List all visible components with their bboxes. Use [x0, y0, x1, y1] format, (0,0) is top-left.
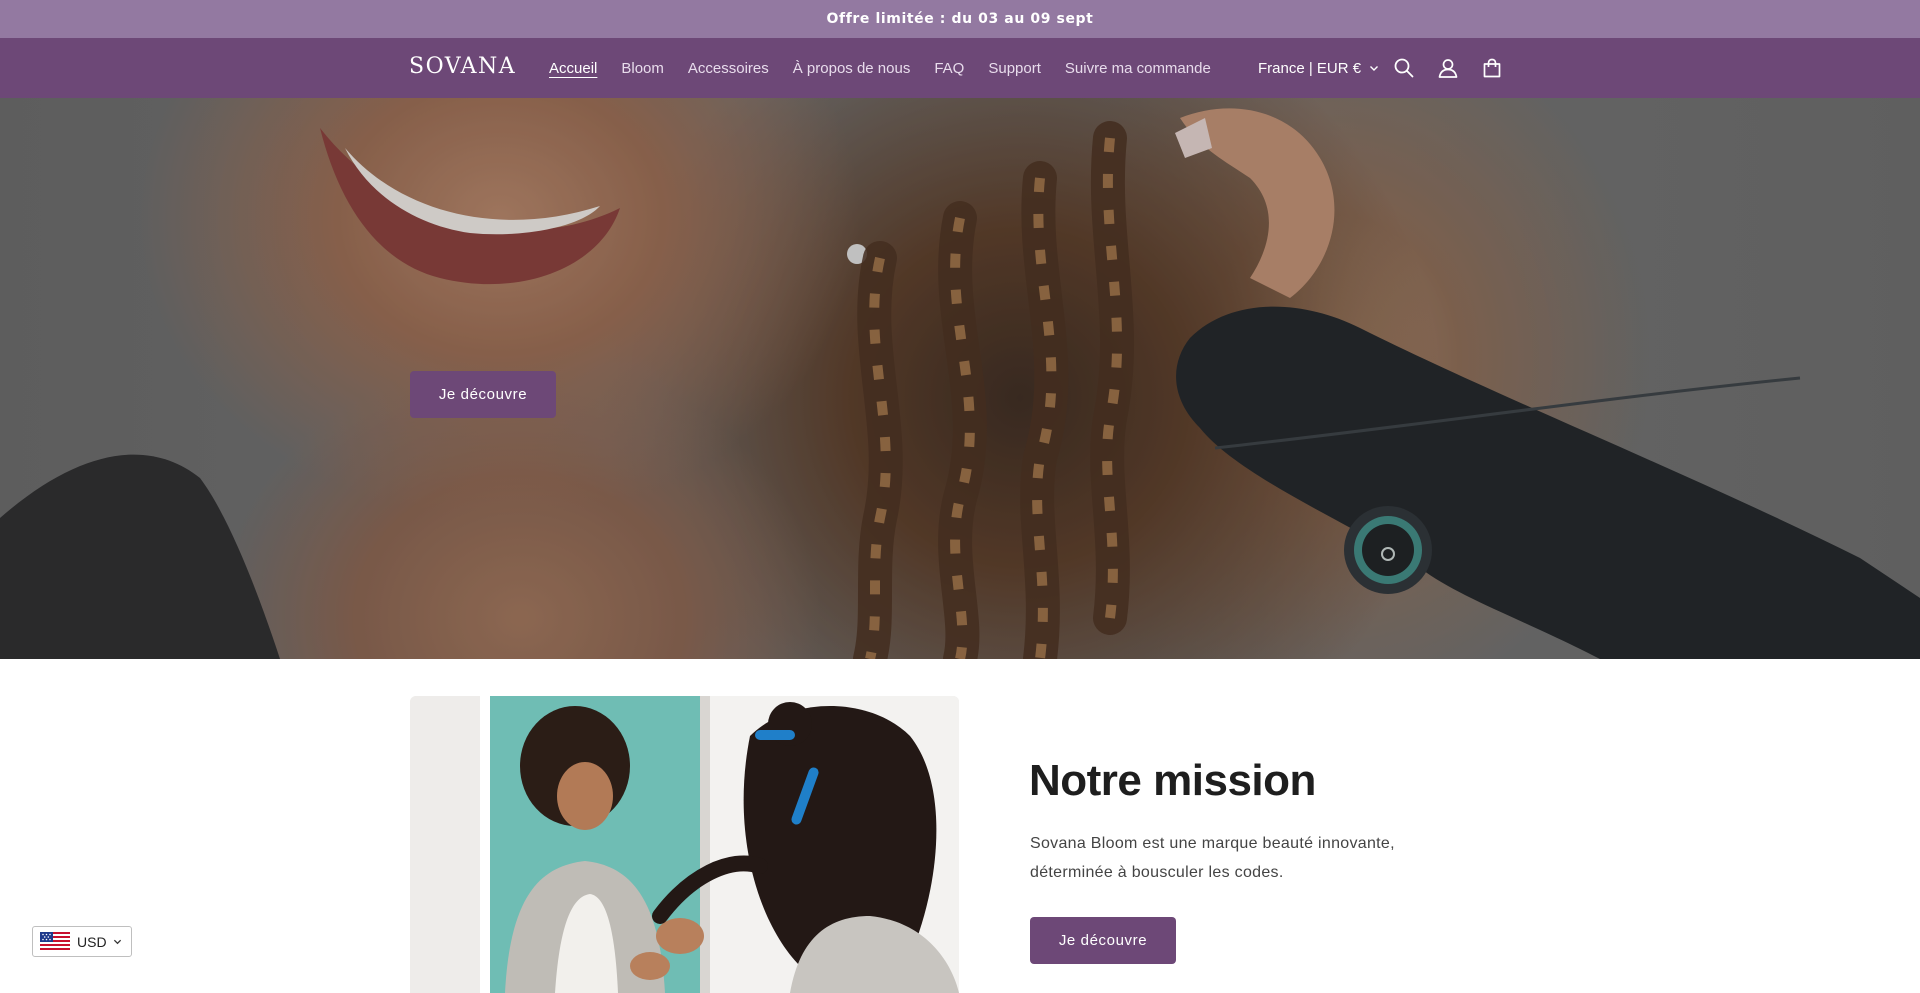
hero-discover-button[interactable]: Je découvre — [410, 371, 556, 418]
mission-title: Notre mission — [1029, 756, 1316, 805]
hero-overlay — [0, 98, 1920, 659]
announcement-text: Offre limitée : du 03 au 09 sept — [826, 11, 1094, 27]
chevron-down-icon — [1370, 66, 1379, 71]
site-logo[interactable]: SOVANA — [409, 54, 516, 79]
nav-item-bloom[interactable]: Bloom — [621, 60, 664, 77]
currency-code: USD — [77, 933, 107, 950]
cart-icon[interactable] — [1479, 55, 1505, 81]
mission-text-line-2: déterminée à bousculer les codes. — [1030, 864, 1284, 881]
nav-item-accessoires[interactable]: Accessoires — [688, 60, 769, 77]
main-nav: Accueil Bloom Accessoires À propos de no… — [549, 38, 1235, 98]
currency-selector[interactable]: USD — [32, 926, 132, 957]
account-icon[interactable] — [1435, 55, 1461, 81]
mission-description: Sovana Bloom est une marque beauté innov… — [1030, 829, 1450, 887]
chevron-down-icon — [113, 939, 121, 945]
mission-text-line-1: Sovana Bloom est une marque beauté innov… — [1030, 835, 1395, 852]
search-icon[interactable] — [1391, 55, 1417, 81]
nav-item-faq[interactable]: FAQ — [934, 60, 964, 77]
nav-item-accueil[interactable]: Accueil — [549, 60, 597, 77]
country-selector[interactable]: France | EUR € — [1258, 38, 1379, 98]
announcement-bar: Offre limitée : du 03 au 09 sept — [0, 0, 1920, 38]
nav-item-support[interactable]: Support — [988, 60, 1041, 77]
mission-image — [410, 696, 959, 993]
us-flag-icon — [40, 931, 70, 952]
site-header: SOVANA Accueil Bloom Accessoires À propo… — [0, 38, 1920, 98]
country-selector-label: France | EUR € — [1258, 59, 1362, 77]
nav-item-suivre-commande[interactable]: Suivre ma commande — [1065, 60, 1211, 77]
mission-photo — [410, 696, 959, 993]
mission-discover-button[interactable]: Je découvre — [1030, 917, 1176, 964]
nav-item-a-propos[interactable]: À propos de nous — [793, 60, 911, 77]
hero-banner: Je découvre — [0, 98, 1920, 659]
